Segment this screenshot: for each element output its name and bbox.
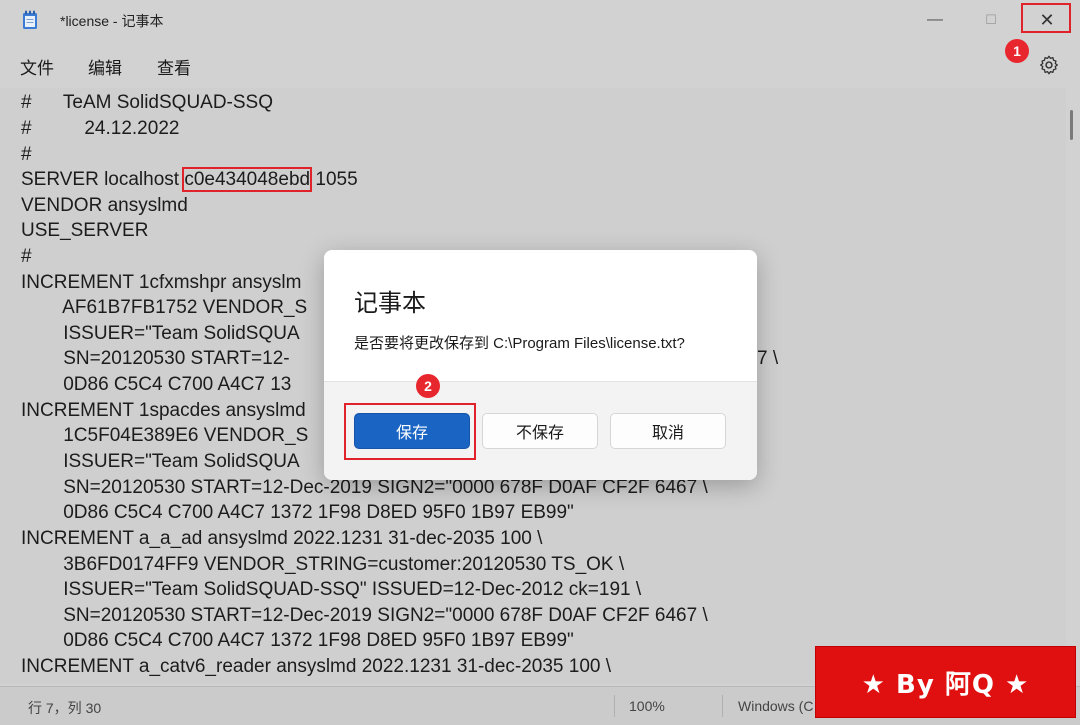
author-watermark: ★ By 阿Q ★ xyxy=(815,646,1076,718)
editor-line-20: ISSUER="Team SolidSQUAD-SSQ" ISSUED=12-D… xyxy=(21,579,642,600)
menu-bar: 文件 编辑 查看 xyxy=(0,48,1080,84)
status-divider xyxy=(722,695,723,717)
editor-line-22: 0D86 C5C4 C700 A4C7 1372 1F98 D8ED 95F0 … xyxy=(21,630,574,651)
editor-line-11: SN=20120530 START=12- xyxy=(21,348,290,369)
editor-line-23: INCREMENT a_catv6_reader ansyslmd 2022.1… xyxy=(21,656,612,677)
settings-gear-icon[interactable] xyxy=(1038,54,1060,76)
scrollbar-thumb[interactable] xyxy=(1070,110,1073,140)
cancel-button[interactable]: 取消 xyxy=(610,413,726,449)
server-keyword: SERVER localhost xyxy=(21,169,185,190)
editor-line-4: SERVER localhost c0e434048ebd 1055 xyxy=(21,167,358,193)
editor-line-19: 3B6FD0174FF9 VENDOR_STRING=customer:2012… xyxy=(21,554,625,575)
minimize-icon: — xyxy=(927,11,943,28)
editor-line-10: ISSUER="Team SolidSQUA xyxy=(21,323,300,344)
window-title: *license - 记事本 xyxy=(60,13,164,29)
maximize-button[interactable]: ☐ xyxy=(968,0,1014,40)
editor-line-8: INCREMENT 1cfxmshpr ansyslm xyxy=(21,272,302,293)
save-button-highlight xyxy=(344,403,476,460)
host-id-highlight: c0e434048ebd xyxy=(182,167,313,192)
editor-line-11-tail: 7 \ xyxy=(757,348,779,369)
editor-line-21: SN=20120530 START=12-Dec-2019 SIGN2="000… xyxy=(21,605,708,626)
cursor-position: 行 7，列 30 xyxy=(28,700,102,716)
editor-line-17: 0D86 C5C4 C700 A4C7 1372 1F98 D8ED 95F0 … xyxy=(21,502,574,523)
vertical-scrollbar[interactable] xyxy=(1066,88,1080,684)
notepad-icon xyxy=(23,10,37,29)
menu-edit[interactable]: 编辑 xyxy=(88,54,122,79)
maximize-icon: ☐ xyxy=(985,12,997,27)
step-badge-1: 1 xyxy=(1005,39,1029,63)
editor-line-13: INCREMENT 1spacdes ansyslmd xyxy=(21,400,306,421)
line-ending: Windows (C xyxy=(738,698,814,714)
editor-line-3: # xyxy=(21,144,32,165)
editor-line-12: 0D86 C5C4 C700 A4C7 13 xyxy=(21,374,292,395)
close-button-highlight xyxy=(1021,3,1071,33)
editor-line-5: VENDOR ansyslmd xyxy=(21,195,188,216)
editor-line-14: 1C5F04E389E6 VENDOR_S xyxy=(21,425,309,446)
server-port: 1055 xyxy=(310,169,358,190)
editor-line-1: # TeAM SolidSQUAD-SSQ xyxy=(21,92,274,113)
minimize-button[interactable]: — xyxy=(912,0,958,40)
editor-line-15: ISSUER="Team SolidSQUA xyxy=(21,451,300,472)
dont-save-button[interactable]: 不保存 xyxy=(482,413,598,449)
menu-view[interactable]: 查看 xyxy=(157,54,191,79)
menu-file[interactable]: 文件 xyxy=(20,54,54,79)
editor-line-6: USE_SERVER xyxy=(21,220,149,241)
editor-line-18: INCREMENT a_a_ad ansyslmd 2022.1231 31-d… xyxy=(21,528,543,549)
dialog-title: 记事本 xyxy=(354,290,426,317)
editor-line-7: # xyxy=(21,246,32,267)
step-badge-2: 2 xyxy=(416,374,440,398)
editor-line-2: # 24.12.2022 xyxy=(21,118,180,139)
zoom-level: 100% xyxy=(629,698,665,714)
status-divider xyxy=(614,695,615,717)
title-bar: *license - 记事本 — ☐ ✕ xyxy=(0,0,1080,40)
dialog-message: 是否要将更改保存到 C:\Program Files\license.txt? xyxy=(354,335,685,352)
editor-line-9: AF61B7FB1752 VENDOR_S xyxy=(21,297,308,318)
